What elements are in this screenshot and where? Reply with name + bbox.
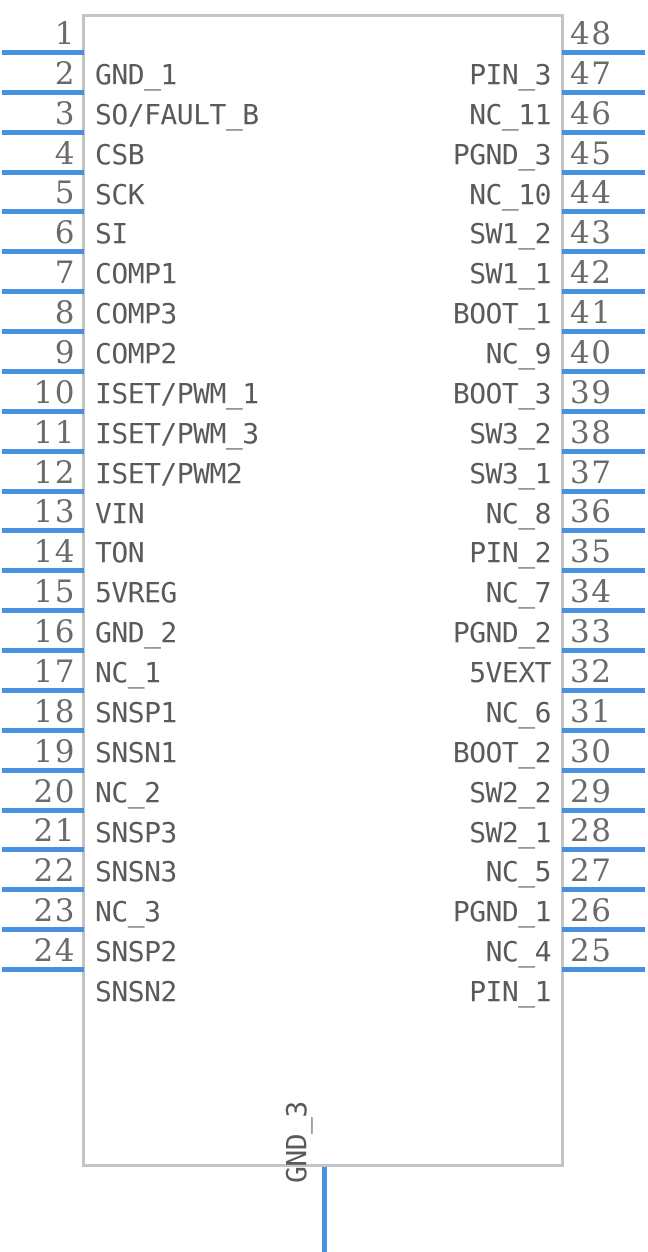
pin-number-label: 34 (570, 574, 613, 611)
pin-number-label: 32 (570, 653, 613, 690)
pin-name-PGND_3: PGND_3 (452, 137, 552, 171)
pin-number-33: 33 (570, 617, 646, 648)
pin-number-label: 38 (570, 414, 613, 451)
pin-number-39: 39 (570, 374, 646, 411)
pin-name-NC_6: NC_6 (485, 695, 552, 729)
pin-lead-49[interactable] (322, 1167, 327, 1252)
pin-number-32: 32 (570, 653, 646, 690)
pin-name-NC_8: NC_8 (485, 496, 552, 530)
pin-number-41: 41 (570, 298, 646, 329)
pin-name-NC_7: NC_7 (485, 576, 552, 610)
pin-name-SW3_2: SW3_2 (469, 416, 551, 450)
pin-number-34: 34 (570, 577, 646, 608)
pin-number-43: 43 (570, 218, 646, 249)
pin-number-26: 26 (570, 896, 646, 927)
pin-name-SW1_2: SW1_2 (469, 217, 551, 251)
pin-name-SW2_1: SW2_1 (469, 815, 551, 849)
pin-name-PGND_2: PGND_2 (452, 616, 552, 650)
pin-number-label: 44 (570, 175, 613, 212)
pin-number-label: 46 (570, 95, 613, 132)
pin-number-45: 45 (570, 135, 646, 172)
pin-name-PGND_1: PGND_1 (452, 895, 552, 929)
pin-number-30: 30 (570, 733, 646, 770)
pin-number-38: 38 (570, 414, 646, 451)
pin-number-label: 33 (570, 614, 613, 651)
pin-number-40: 40 (570, 334, 646, 371)
pin-name-PIN_3: PIN_3 (469, 58, 551, 91)
pin-number-label: 41 (570, 295, 613, 332)
pin-name-BOOT_3: BOOT_3 (452, 376, 552, 410)
pin-name-SW1_1: SW1_1 (469, 257, 551, 291)
pin-number-label: 43 (570, 215, 613, 252)
pin-number-label: 35 (570, 534, 613, 571)
pin-number-29: 29 (570, 773, 646, 810)
pin-number-31: 31 (570, 693, 646, 730)
pin-number-label: 1 (54, 16, 76, 52)
pin-number-36: 36 (570, 497, 646, 528)
pin-name-BOOT_2: BOOT_2 (452, 735, 552, 769)
pin-name-SW3_1: SW3_1 (469, 456, 551, 490)
pin-number-25: 25 (570, 936, 646, 967)
ic-pinout-symbol: 1 GND_1 2 SO/FAULT_B 3 CSB 4 SCK 5 SI 6 COMP1 7 COMP3… (0, 0, 648, 1252)
pin-number-label: 31 (570, 693, 613, 730)
pin-number-label: 42 (570, 255, 613, 292)
pin-number-1: 1 (0, 19, 76, 50)
pin-number-label: 30 (570, 733, 613, 770)
pin-name-SW2_2: SW2_2 (469, 775, 551, 809)
pin-name-GND_3: GND_3 (280, 1101, 313, 1183)
pin-number-label: 27 (570, 853, 613, 890)
pin-number-27: 27 (570, 856, 646, 887)
pin-number-label: 29 (570, 773, 613, 810)
pin-number-label: 39 (570, 374, 613, 411)
pin-number-label: 26 (570, 893, 613, 930)
pin-name-NC_9: NC_9 (485, 337, 552, 371)
pin-name-BOOT_1: BOOT_1 (452, 297, 552, 331)
pin-number-28: 28 (570, 816, 646, 847)
pin-name-PIN_1: PIN_1 (469, 975, 551, 1008)
pin-number-label: 37 (570, 454, 613, 491)
pin-number-label: 45 (570, 135, 613, 172)
pin-name-NC_10: NC_10 (469, 177, 551, 211)
pin-name-5VEXT: 5VEXT (469, 656, 551, 690)
pin-number-label: 47 (570, 55, 613, 92)
pin-name-NC_11: NC_11 (469, 97, 551, 131)
pin-number-37: 37 (570, 454, 646, 491)
pin-number-48: 48 (570, 19, 646, 50)
pin-number-label: 36 (570, 494, 613, 531)
pin-number-35: 35 (570, 537, 646, 568)
pin-number-label: 28 (570, 813, 613, 850)
pin-name-NC_5: NC_5 (485, 855, 552, 889)
pin-number-label: 48 (570, 16, 613, 52)
pin-name-NC_4: NC_4 (485, 935, 552, 969)
pin-number-46: 46 (570, 95, 646, 132)
pin-number-42: 42 (570, 258, 646, 289)
pin-name-PIN_2: PIN_2 (469, 536, 551, 570)
pin-number-label: 25 (570, 933, 613, 969)
pin-number-47: 47 (570, 55, 646, 92)
pin-number-44: 44 (570, 178, 646, 209)
pin-number-label: 40 (570, 334, 613, 371)
